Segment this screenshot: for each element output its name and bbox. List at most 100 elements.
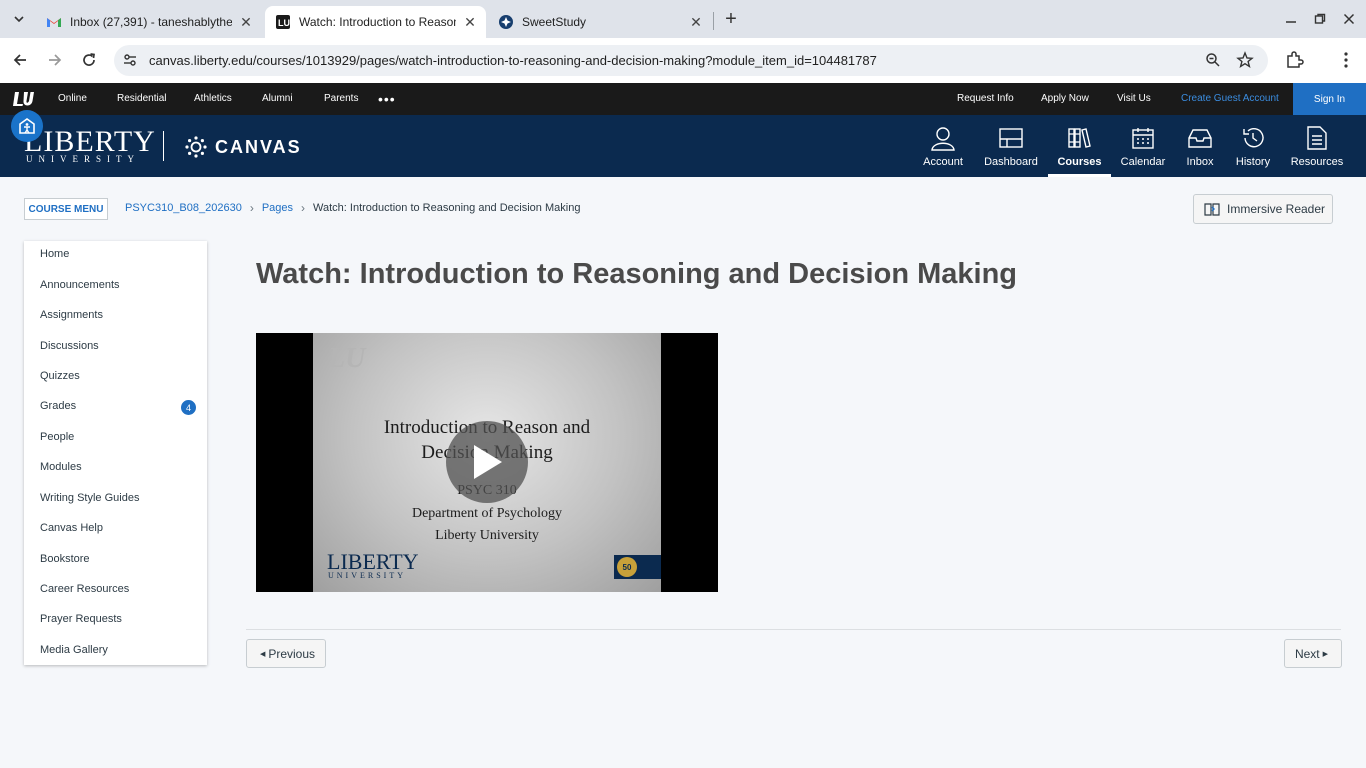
course-menu-button[interactable]: COURSE MENU: [24, 198, 108, 220]
utility-link-request-info[interactable]: Request Info: [957, 93, 1014, 104]
account-icon: [930, 125, 956, 151]
course-nav-people[interactable]: People: [40, 431, 74, 443]
course-nav-quizzes[interactable]: Quizzes: [40, 370, 80, 382]
create-guest-account-link[interactable]: Create Guest Account: [1181, 93, 1279, 104]
forward-arrow-icon[interactable]: [43, 48, 67, 72]
inbox-icon: [1187, 125, 1213, 151]
slide-university-logo: UNIVERSITY: [328, 571, 406, 580]
course-nav-career-resources[interactable]: Career Resources: [40, 583, 129, 595]
slide-liberty-logo: LIBERTY: [327, 549, 419, 574]
browser-tab-bar: Inbox (27,391) - taneshablythe ✕ LU Watc…: [0, 0, 1366, 38]
course-nav-assignments[interactable]: Assignments: [40, 309, 103, 321]
url-text: canvas.liberty.edu/courses/1013929/pages…: [149, 53, 877, 68]
utility-link-athletics[interactable]: Athletics: [194, 93, 232, 104]
utility-link-visit-us[interactable]: Visit Us: [1117, 93, 1151, 104]
course-nav-announcements[interactable]: Announcements: [40, 279, 120, 291]
global-nav-history[interactable]: History: [1230, 115, 1276, 177]
global-nav-label: Dashboard: [984, 156, 1038, 168]
lu-logo-icon[interactable]: [13, 90, 35, 108]
global-nav-inbox[interactable]: Inbox: [1178, 115, 1222, 177]
tab-search-chevron-icon[interactable]: [8, 8, 30, 30]
canvas-header: LIBERTY UNIVERSITY CANVAS Account Dashbo…: [0, 115, 1366, 177]
calendar-icon: [1131, 125, 1155, 151]
utility-link-online[interactable]: Online: [58, 93, 87, 104]
course-nav-home[interactable]: Home: [40, 248, 69, 260]
immersive-reader-label: Immersive Reader: [1227, 202, 1326, 216]
canvas-logo-icon: [185, 136, 207, 158]
history-icon: [1240, 125, 1266, 151]
sweetstudy-icon: [498, 14, 514, 30]
more-links-icon[interactable]: •••: [378, 91, 396, 107]
next-button[interactable]: Next ▶: [1284, 639, 1342, 668]
close-icon[interactable]: ✕: [238, 14, 254, 30]
extensions-puzzle-icon[interactable]: [1284, 50, 1304, 75]
tab-separator: [713, 12, 714, 30]
caret-left-icon: ◀: [259, 650, 266, 658]
course-nav-bookstore[interactable]: Bookstore: [40, 553, 90, 565]
browser-menu-icon[interactable]: [1338, 50, 1354, 75]
global-nav-label: Resources: [1290, 156, 1344, 168]
zoom-icon[interactable]: [1205, 52, 1221, 73]
close-icon[interactable]: ✕: [688, 14, 704, 30]
course-nav-prayer-requests[interactable]: Prayer Requests: [40, 613, 122, 625]
video-player[interactable]: LU Introduction to Reason and Decision M…: [256, 333, 718, 592]
breadcrumb-current: Watch: Introduction to Reasoning and Dec…: [313, 202, 581, 214]
close-icon[interactable]: ✕: [462, 14, 478, 30]
play-icon[interactable]: [446, 421, 528, 503]
breadcrumb-course-link[interactable]: PSYC310_B08_202630: [125, 202, 242, 214]
global-nav-calendar[interactable]: Calendar: [1117, 115, 1169, 177]
tab-canvas-page[interactable]: LU Watch: Introduction to Reasoni ✕: [265, 6, 486, 38]
browser-toolbar: canvas.liberty.edu/courses/1013929/pages…: [0, 38, 1366, 83]
tab-gmail[interactable]: Inbox (27,391) - taneshablythe ✕: [36, 6, 262, 38]
tab-sweetstudy[interactable]: SweetStudy ✕: [488, 6, 712, 38]
window-close-icon[interactable]: [1338, 8, 1360, 30]
caret-right-icon: ▶: [1322, 650, 1329, 658]
slide-lu-watermark: LU: [328, 343, 366, 374]
address-bar[interactable]: canvas.liberty.edu/courses/1013929/pages…: [114, 45, 1268, 76]
course-nav-canvas-help[interactable]: Canvas Help: [40, 522, 103, 534]
course-nav-writing-style-guides[interactable]: Writing Style Guides: [40, 492, 139, 504]
courses-icon: [1067, 125, 1093, 151]
global-nav-resources[interactable]: Resources: [1288, 115, 1346, 177]
utility-link-apply-now[interactable]: Apply Now: [1041, 93, 1089, 104]
global-nav-courses[interactable]: Courses: [1048, 115, 1111, 177]
course-nav-modules[interactable]: Modules: [40, 461, 82, 473]
accessibility-icon[interactable]: [11, 110, 43, 142]
global-nav-account[interactable]: Account: [915, 115, 971, 177]
svg-text:LU: LU: [278, 18, 290, 28]
university-logo-text: UNIVERSITY: [26, 154, 140, 164]
utility-link-parents[interactable]: Parents: [324, 93, 358, 104]
restore-icon[interactable]: [1309, 8, 1331, 30]
bookmark-star-icon[interactable]: [1236, 51, 1254, 74]
course-nav-grades[interactable]: Grades: [40, 400, 76, 412]
global-nav-label: Inbox: [1186, 156, 1214, 168]
global-nav-label: Calendar: [1120, 156, 1166, 168]
dashboard-icon: [998, 125, 1024, 151]
course-navigation: Home Announcements Assignments Discussio…: [24, 241, 207, 665]
utility-link-alumni[interactable]: Alumni: [262, 93, 293, 104]
global-nav-dashboard[interactable]: Dashboard: [979, 115, 1043, 177]
reload-icon[interactable]: [77, 48, 101, 72]
tab-title: SweetStudy: [522, 15, 587, 29]
course-nav-media-gallery[interactable]: Media Gallery: [40, 644, 108, 656]
liberty-logo-text[interactable]: LIBERTY: [24, 127, 156, 157]
canvas-logo[interactable]: CANVAS: [185, 136, 302, 158]
new-tab-plus-icon[interactable]: +: [720, 8, 742, 30]
previous-button[interactable]: ◀ Previous: [246, 639, 326, 668]
back-arrow-icon[interactable]: [8, 48, 32, 72]
immersive-reader-button[interactable]: Immersive Reader: [1193, 194, 1333, 224]
next-label: Next: [1294, 646, 1320, 661]
breadcrumb-pages-link[interactable]: Pages: [262, 202, 293, 214]
gmail-icon: [46, 14, 62, 30]
resources-icon: [1306, 125, 1328, 151]
sign-in-button[interactable]: Sign In: [1293, 83, 1366, 115]
tab-title: Watch: Introduction to Reasoni: [299, 15, 456, 29]
tab-title: Inbox (27,391) - taneshablythe: [70, 15, 232, 29]
slide-department: Department of Psychology: [411, 506, 563, 521]
course-nav-discussions[interactable]: Discussions: [40, 340, 99, 352]
utility-link-residential[interactable]: Residential: [117, 93, 166, 104]
site-settings-icon[interactable]: [122, 52, 140, 70]
slide-university: Liberty University: [435, 528, 539, 543]
canvas-logo-text: CANVAS: [215, 136, 302, 157]
minimize-icon[interactable]: [1280, 8, 1302, 30]
